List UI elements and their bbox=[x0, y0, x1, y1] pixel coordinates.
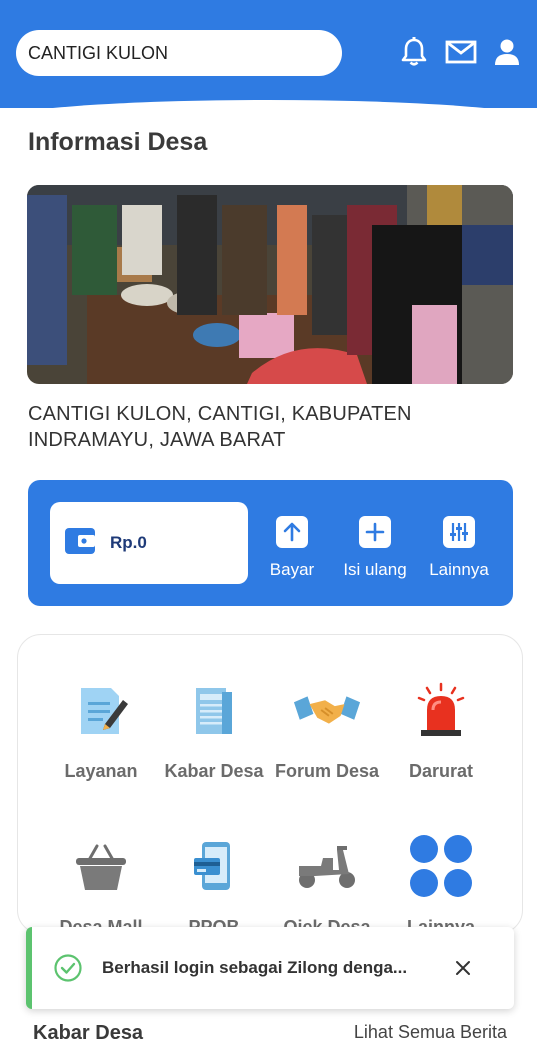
mail-icon[interactable] bbox=[445, 36, 477, 68]
login-toast: Berhasil login sebagai Zilong denga... bbox=[26, 927, 514, 1009]
menu-item-ppob[interactable]: PPOB bbox=[155, 831, 273, 938]
check-circle-icon bbox=[54, 954, 82, 982]
phone-payment-icon bbox=[179, 831, 249, 901]
village-selector[interactable]: CANTIGI KULON bbox=[16, 30, 342, 76]
balance-box[interactable]: Rp.0 bbox=[50, 502, 248, 584]
village-address: CANTIGI KULON, CANTIGI, KABUPATEN INDRAM… bbox=[28, 403, 412, 451]
user-icon[interactable] bbox=[491, 36, 523, 68]
wallet-more-button[interactable]: Lainnya bbox=[414, 516, 504, 580]
menu-label-layanan: Layanan bbox=[64, 761, 138, 781]
see-all-news-link[interactable]: Lihat Semua Berita bbox=[354, 1022, 507, 1043]
topup-label: Isi ulang bbox=[343, 560, 407, 579]
plus-icon bbox=[359, 516, 391, 548]
topup-button[interactable]: Isi ulang bbox=[330, 516, 420, 580]
news-section-title: Kabar Desa bbox=[33, 1022, 144, 1044]
menu-item-forum-desa[interactable]: Forum Desa bbox=[268, 675, 386, 782]
siren-icon bbox=[406, 675, 476, 745]
menu-item-desa-mall[interactable]: Desa Mall bbox=[42, 831, 160, 938]
bell-icon[interactable] bbox=[398, 36, 430, 68]
handshake-icon bbox=[292, 675, 362, 745]
top-header: CANTIGI KULON bbox=[0, 0, 537, 108]
balance-amount: Rp.0 bbox=[110, 533, 147, 552]
menu-label-darurat: Darurat bbox=[408, 761, 474, 781]
document-edit-icon bbox=[66, 675, 136, 745]
pay-button[interactable]: Bayar bbox=[247, 516, 337, 580]
scooter-icon bbox=[292, 831, 362, 901]
menu-label-kabar-desa: Kabar Desa bbox=[164, 761, 264, 781]
menu-label-forum-desa: Forum Desa bbox=[274, 761, 380, 781]
section-title-informasi: Informasi Desa bbox=[28, 128, 208, 156]
village-photo[interactable] bbox=[27, 185, 513, 384]
close-icon[interactable] bbox=[450, 955, 476, 981]
menu-item-ojek-desa[interactable]: Ojek Desa bbox=[268, 831, 386, 938]
newspaper-icon bbox=[179, 675, 249, 745]
village-name: CANTIGI KULON bbox=[28, 42, 169, 63]
wallet-card: Rp.0 Bayar Isi ulang Lainnya bbox=[28, 480, 513, 606]
wallet-icon bbox=[64, 527, 96, 560]
more-dots-icon bbox=[406, 831, 476, 901]
wallet-more-label: Lainnya bbox=[429, 560, 489, 579]
menu-item-darurat[interactable]: Darurat bbox=[382, 675, 500, 782]
menu-card: Layanan Kabar Desa Forum Desa Darurat De… bbox=[17, 634, 523, 937]
arrow-up-icon bbox=[276, 516, 308, 548]
sliders-icon bbox=[443, 516, 475, 548]
menu-item-lainnya[interactable]: Lainnya bbox=[382, 831, 500, 938]
toast-message: Berhasil login sebagai Zilong denga... bbox=[102, 958, 408, 977]
pay-label: Bayar bbox=[269, 560, 315, 579]
menu-item-kabar-desa[interactable]: Kabar Desa bbox=[155, 675, 273, 782]
menu-item-layanan[interactable]: Layanan bbox=[42, 675, 160, 782]
basket-icon bbox=[66, 831, 136, 901]
